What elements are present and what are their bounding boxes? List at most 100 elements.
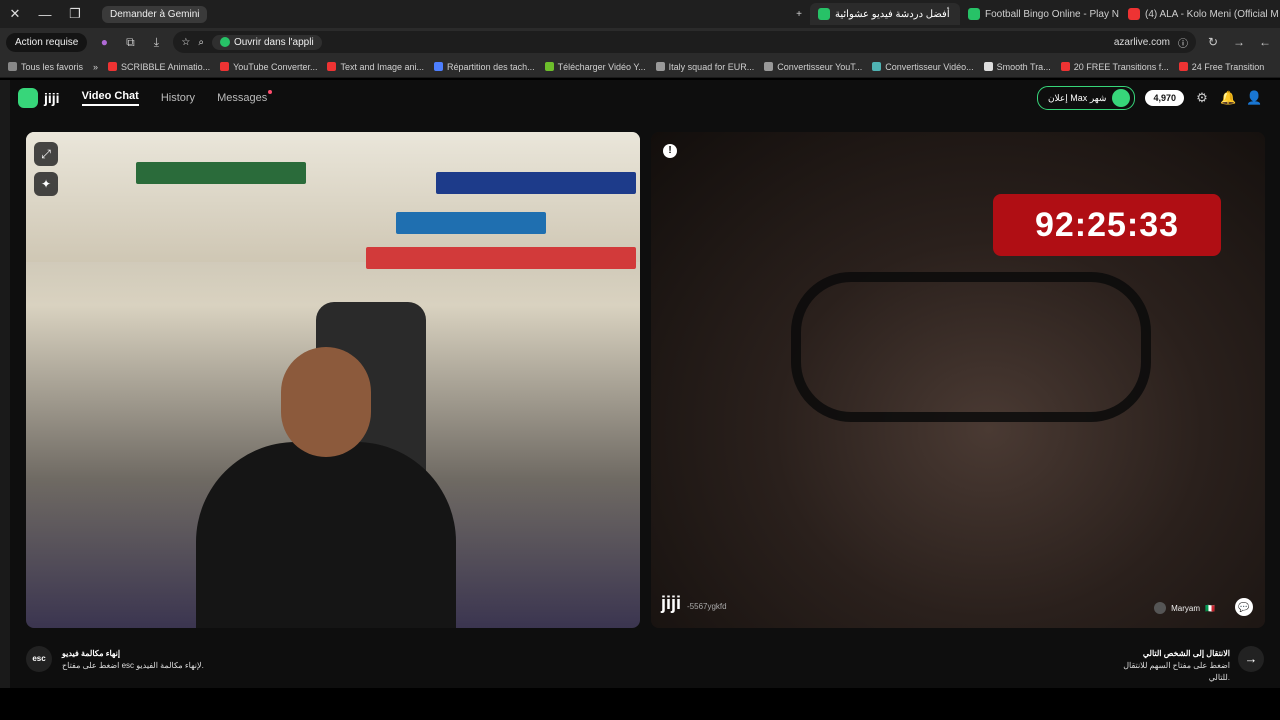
nav-video-chat[interactable]: Video Chat (81, 90, 139, 106)
expand-icon[interactable]: ⤢ (34, 142, 58, 166)
all-bookmarks[interactable]: Tous les favoris (8, 62, 83, 72)
site-navbar: jiji Video Chat History Messages إعلان M… (0, 80, 1280, 116)
watermark-id: -5567ygkfd (687, 602, 727, 611)
bookmark-favicon-icon (544, 62, 554, 71)
bookmark-label: Répartition des tach... (447, 61, 535, 72)
bookmark-label: Convertisseur Vidéo... (885, 61, 974, 72)
bookmark-item[interactable]: Convertisseur Vidéo... (872, 61, 974, 72)
tab-title: (4) ALA - Kolo Meni (Official M (1145, 8, 1279, 20)
esc-button[interactable]: esc (26, 646, 52, 672)
bookmark-label: Smooth Tra... (996, 61, 1051, 72)
bookmark-favicon-icon (872, 62, 882, 71)
url-text[interactable]: azarlive.com (1114, 37, 1170, 48)
bookmark-item[interactable]: SCRIBBLE Animatio... (108, 62, 210, 72)
report-icon[interactable]: ! (663, 144, 677, 158)
bookmark-item[interactable]: Répartition des tach... (434, 62, 535, 72)
remote-video-tile: 92:25:33 ! jiji -5567ygkfd Maryam 🇮🇹 💬 (651, 132, 1265, 628)
bookmark-label: SCRIBBLE Animatio... (121, 61, 211, 72)
remote-user-chip[interactable]: Maryam 🇮🇹 (1154, 602, 1215, 614)
open-in-app-label: Ouvrir dans l'appli (233, 36, 314, 48)
scarf-banner (436, 172, 636, 194)
scarf-banner (136, 162, 306, 184)
zoom-icon[interactable]: ⌕ (198, 37, 204, 48)
bookmark-item[interactable]: 24 Free Transition (1178, 61, 1265, 72)
tab-azarlive[interactable]: أفضل دردشة فيديو عشوائية ✕ (810, 3, 960, 25)
site-info-icon[interactable]: ⓘ (1178, 35, 1188, 50)
bookmark-star-icon[interactable]: ☆ (181, 37, 190, 48)
country-flag-icon: 🇮🇹 (1205, 603, 1215, 613)
bookmark-label: 20 FREE Transitions f... (1073, 61, 1169, 72)
tab-title: Football Bingo Online - Play N (985, 8, 1119, 20)
bookmark-favicon-icon (1060, 62, 1070, 71)
chat-bubble-icon[interactable]: 💬 (1235, 598, 1253, 616)
profile-icon[interactable]: ● (95, 35, 113, 49)
close-window-icon[interactable]: ✕ (0, 6, 30, 22)
bottom-bar (0, 688, 1280, 720)
browser-toolbar: Action requise ● ⧉ ⤓ ☆ ⌕ Ouvrir dans l'a… (0, 28, 1280, 56)
bookmark-item[interactable]: YouTube Converter... (220, 62, 317, 72)
bookmark-item[interactable]: Smooth Tra... (983, 61, 1051, 72)
coin-balance[interactable]: 4,970 (1145, 90, 1184, 106)
bookmark-item[interactable]: Text and Image ani... (327, 62, 424, 72)
bookmark-item[interactable]: Télécharger Vidéo Y... (544, 61, 646, 72)
extensions-icon[interactable]: ⧉ (121, 35, 139, 50)
bookmark-label: 24 Free Transition (1191, 61, 1265, 72)
remote-avatar (1154, 602, 1167, 614)
minimize-window-icon[interactable]: — (30, 7, 60, 22)
bookmark-label: Télécharger Vidéo Y... (557, 61, 646, 72)
local-user-head (281, 347, 371, 457)
bookmark-item[interactable]: Italy squad for EUR... (655, 61, 755, 72)
logo-mark-icon (18, 88, 38, 108)
logo-text: jiji (44, 90, 60, 106)
esc-hint: إنهاء مكالمة فيديو اضغط على مفتاح esc لإ… (62, 648, 204, 672)
scarf-banner (396, 212, 546, 234)
download-icon[interactable]: ⤓ (147, 35, 165, 50)
open-in-app-button[interactable]: Ouvrir dans l'appli (211, 34, 322, 50)
bookmark-favicon-icon (108, 62, 118, 71)
back-icon[interactable]: ← (1256, 35, 1274, 49)
bookmark-item[interactable]: Convertisseur YouT... (764, 62, 862, 72)
bookmark-favicon-icon (983, 62, 993, 71)
tab-football-bingo[interactable]: Football Bingo Online - Play N ✕ (960, 3, 1120, 25)
max-label: إعلان Max شهر (1047, 92, 1107, 103)
local-user-body (196, 442, 456, 628)
nav-messages[interactable]: Messages (217, 90, 273, 104)
bookmark-favicon-icon (434, 62, 444, 71)
bookmark-label: Italy squad for EUR... (668, 61, 755, 72)
more-bookmarks-icon[interactable]: » (93, 62, 98, 72)
bookmark-favicon-icon (327, 62, 337, 71)
unread-dot (268, 90, 273, 94)
azar-favicon-icon (818, 8, 830, 20)
tab-youtube[interactable]: (4) ALA - Kolo Meni (Official M ✕ (1120, 3, 1280, 25)
remote-watermark: jiji -5567ygkfd (661, 593, 727, 614)
gemini-button[interactable]: Demander à Gemini (102, 5, 208, 23)
esc-hint-title: إنهاء مكالمة فيديو (62, 649, 121, 658)
all-bookmarks-label: Tous les favoris (21, 61, 84, 72)
room-ceiling (26, 132, 640, 262)
site-logo[interactable]: jiji (18, 88, 60, 108)
effects-wand-icon[interactable]: ✦ (34, 172, 58, 196)
settings-gear-icon[interactable]: ⚙ (1194, 90, 1210, 106)
action-required-button[interactable]: Action requise (6, 32, 88, 52)
profile-avatar-icon[interactable]: 👤 (1246, 90, 1262, 106)
flags-row (366, 247, 636, 269)
notification-bell-icon[interactable]: 🔔 (1220, 90, 1236, 106)
bookmark-favicon-icon (220, 62, 230, 71)
next-arrow-button[interactable]: → (1238, 646, 1264, 672)
browser-tab-bar: ✕ — ❐ Demander à Gemini + أفضل دردشة فيد… (0, 0, 1280, 28)
nav-history[interactable]: History (161, 92, 195, 104)
page-scrollbar[interactable] (0, 80, 10, 688)
address-bar[interactable]: ☆ ⌕ Ouvrir dans l'appli azarlive.com ⓘ (173, 31, 1196, 53)
folder-icon (8, 62, 17, 71)
reload-icon[interactable]: ↻ (1204, 35, 1222, 49)
call-timer: 92:25:33 (993, 194, 1221, 256)
forward-icon[interactable]: → (1230, 35, 1248, 49)
next-hint-sub: اضغط على مفتاح السهم للانتقال للتالي. (1123, 661, 1230, 682)
bookmark-label: YouTube Converter... (233, 61, 318, 72)
new-tab-button[interactable]: + (788, 3, 810, 25)
bookmark-item[interactable]: 20 FREE Transitions f... (1060, 61, 1169, 72)
video-chat-page: jiji Video Chat History Messages إعلان M… (0, 80, 1280, 688)
max-subscription-button[interactable]: إعلان Max شهر (1036, 86, 1136, 110)
bingo-favicon-icon (968, 8, 980, 20)
restore-window-icon[interactable]: ❐ (60, 6, 90, 22)
